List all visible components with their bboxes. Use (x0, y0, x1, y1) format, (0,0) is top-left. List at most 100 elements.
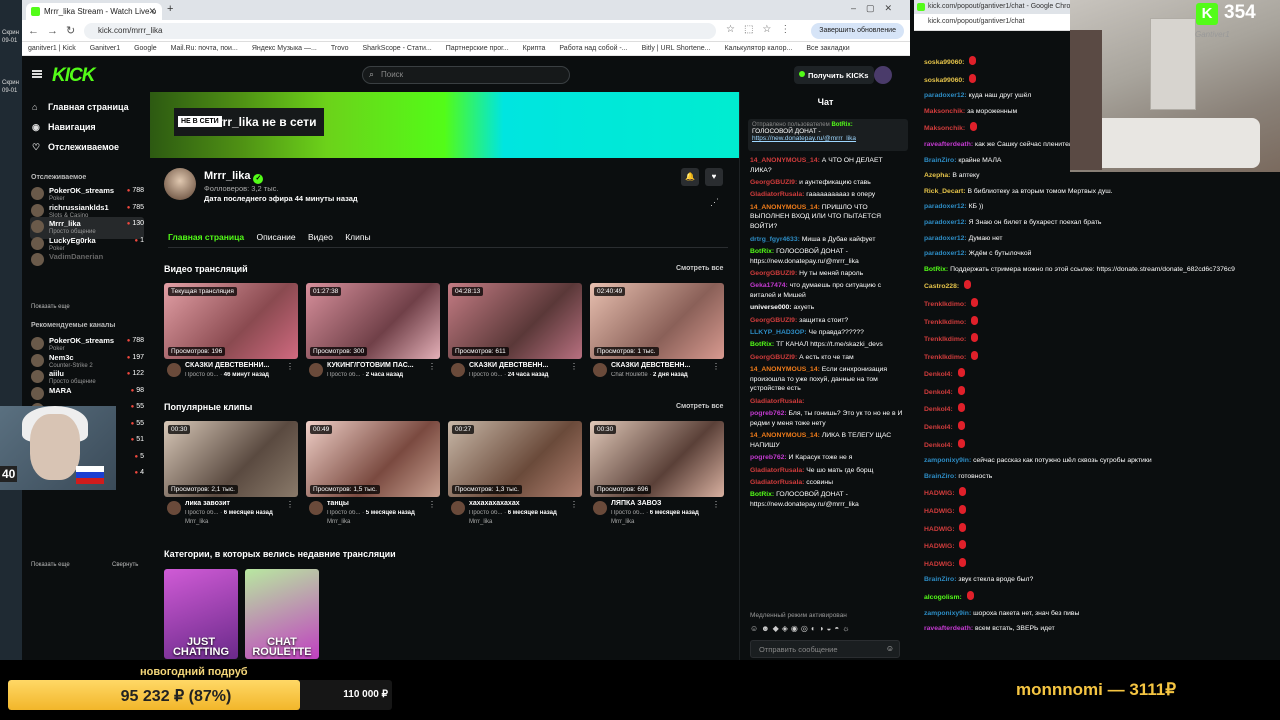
chat-username[interactable]: BotRix: (750, 248, 774, 255)
bookmark-item[interactable]: Bitly | URL Shortene... (642, 45, 711, 52)
chat-username[interactable]: soska99060: (924, 77, 964, 84)
chat-input[interactable]: Отправить сообщение ☺ (750, 640, 900, 658)
chat-username[interactable]: DenkoI4: (924, 371, 953, 378)
chat-username[interactable]: HADWIG: (924, 508, 955, 515)
chat-username[interactable]: BotRix: (750, 491, 774, 498)
url-field[interactable]: kick.com/mrrr_lika (84, 23, 716, 39)
card-thumbnail[interactable]: 00:49 Просмотров: 1,5 тыс. (306, 421, 440, 497)
chat-username[interactable]: paradoxer12: (924, 203, 967, 210)
bookmark-item[interactable]: Работа над собой -... (559, 45, 627, 52)
tab-about[interactable]: Описание (257, 232, 296, 242)
search-input[interactable]: ⌕ Поиск (362, 66, 570, 84)
chat-username[interactable]: DenkoI4: (924, 389, 953, 396)
clip-card[interactable]: 00:27 Просмотров: 1,3 тыс. хахахахахахах Пр… (448, 421, 582, 525)
chat-username[interactable]: 14_ANONYMOUS_14: (750, 366, 820, 373)
bookmark-item[interactable]: Google (134, 45, 157, 52)
more-options-icon[interactable]: ⋮ (712, 362, 720, 371)
chat-username[interactable]: GladiatorRusala: (750, 191, 804, 198)
bookmark-item[interactable]: Trovo (331, 45, 349, 52)
chat-username[interactable]: soska99060: (924, 59, 964, 66)
bookmark-item[interactable]: Крипта (523, 45, 546, 52)
chat-username[interactable]: paradoxer12: (924, 219, 967, 226)
chat-username[interactable]: TrenkIkdimo: (924, 301, 966, 308)
chat-username[interactable]: BrainZiro: (924, 473, 956, 480)
clip-card[interactable]: 00:30 Просмотров: 2,1 тыс. лика завозит Про… (164, 421, 298, 525)
bookmark-item[interactable]: Партнерские прог... (446, 45, 509, 52)
bell-icon[interactable]: 🔔 (681, 168, 699, 186)
chat-username[interactable]: paradoxer12: (924, 235, 967, 242)
update-button[interactable]: Завершить обновление (811, 23, 904, 39)
card-thumbnail[interactable]: 04:28:13 Просмотров: 611 (448, 283, 582, 359)
card-thumbnail[interactable]: 00:27 Просмотров: 1,3 тыс. (448, 421, 582, 497)
chat-username[interactable]: Maksonchik: (924, 125, 965, 132)
chat-username[interactable]: TrenkIkdimo: (924, 319, 966, 326)
card-thumbnail[interactable]: Текущая трансляция Просмотров: 196 (164, 283, 298, 359)
more-options-icon[interactable]: ⋮ (712, 500, 720, 509)
tab-clips[interactable]: Клипы (345, 232, 370, 242)
chat-username[interactable]: GeorgGBUZI9: (750, 179, 797, 186)
card-thumbnail[interactable]: 02:40:49 Просмотров: 1 тыс. (590, 283, 724, 359)
chat-username[interactable]: Rick_Decart: (924, 188, 966, 195)
chat-username[interactable]: GeorgGBUZI9: (750, 270, 797, 277)
chat-username[interactable]: universe000: (750, 304, 792, 311)
chat-username[interactable]: HADWIG: (924, 490, 955, 497)
tab-videos[interactable]: Видео (308, 232, 333, 242)
chat-username[interactable]: GladiatorRusala: (750, 467, 804, 474)
chat-username[interactable]: DenkoI4: (924, 442, 953, 449)
chat-username[interactable]: HADWIG: (924, 543, 955, 550)
show-more-following[interactable]: Показать еще (31, 304, 70, 310)
chat-username[interactable]: pogreb762: (750, 410, 787, 417)
chat-username[interactable]: paradoxer12: (924, 250, 967, 257)
chat-username[interactable]: Maksonchik: (924, 108, 965, 115)
chat-username[interactable]: zamponixy9in: (924, 457, 971, 464)
bookmark-item[interactable]: SharkScope - Стати... (362, 45, 431, 52)
video-card[interactable]: 01:27:38 Просмотров: 300 КУКИНГ/ГОТОВИМ ПА… (306, 283, 440, 383)
tab-home[interactable]: Главная страница (168, 232, 244, 242)
chat-username[interactable]: DenkoI4: (924, 424, 953, 431)
chat-username[interactable]: zamponixy9in: (924, 610, 971, 617)
new-tab-button[interactable]: + (167, 3, 173, 15)
pinned-message[interactable]: Отправлено пользователем BotRix: ГОЛОСОВ… (748, 119, 908, 151)
category-chat-roulette[interactable]: CHAT ROULETTE (245, 569, 319, 659)
chat-username[interactable]: HADWIG: (924, 526, 955, 533)
more-options-icon[interactable]: ⋮ (286, 500, 294, 509)
chat-username[interactable]: DenkoI4: (924, 406, 953, 413)
follow-heart-button[interactable]: ♥ (705, 168, 723, 186)
close-tab-icon[interactable]: ✕ (148, 6, 156, 17)
chat-username[interactable]: 14_ANONYMOUS_14: (750, 432, 820, 439)
chat-username[interactable]: GeorgGBUZI9: (750, 317, 797, 324)
nav-browse[interactable]: ◉ Навигация (32, 122, 96, 132)
chat-username[interactable]: Castro228: (924, 283, 959, 290)
see-all-clips[interactable]: Смотреть все (676, 403, 723, 410)
more-options-icon[interactable]: ⋮ (570, 362, 578, 371)
video-card[interactable]: 04:28:13 Просмотров: 611 СКАЗКИ ДЕВСТВЕНН.… (448, 283, 582, 383)
video-card[interactable]: Текущая трансляция Просмотров: 196 СКАЗКИ … (164, 283, 298, 383)
pinned-link[interactable]: https://new.donatepay.ru/@mrrr_lika (752, 135, 856, 142)
window-controls[interactable]: –▢✕ (851, 3, 902, 14)
user-avatar[interactable] (874, 66, 892, 84)
chat-username[interactable]: Geka17474: (750, 282, 788, 289)
chat-username[interactable]: BrainZiro: (924, 157, 956, 164)
bookmark-item[interactable]: Калькулятор калор... (724, 45, 792, 52)
chat-username[interactable]: drtrg_fgyr4633: (750, 236, 800, 243)
see-all-videos[interactable]: Смотреть все (676, 265, 723, 272)
chat-username[interactable]: raveafterdeath: (924, 625, 973, 632)
chat-username[interactable]: GladiatorRusala: (750, 398, 804, 405)
bookmark-item[interactable]: ganitver1 | Kick (28, 45, 76, 52)
card-thumbnail[interactable]: 00:30 Просмотров: 696 (590, 421, 724, 497)
chat-username[interactable]: BotRix: (924, 266, 948, 273)
toolbar-icons[interactable]: ☆⬚☆⋮ (726, 24, 799, 35)
nav-following[interactable]: ♡ Отслеживаемое (32, 142, 119, 152)
card-thumbnail[interactable]: 00:30 Просмотров: 2,1 тыс. (164, 421, 298, 497)
chat-username[interactable]: Azepha: (924, 172, 950, 179)
chat-username[interactable]: HADWIG: (924, 561, 955, 568)
browser-tab[interactable]: Mrrr_lika Stream - Watch Live o ✕ (26, 3, 162, 20)
emoji-icon[interactable]: ☺ (886, 644, 894, 653)
collapse-button[interactable]: Свернуть (112, 562, 138, 568)
chat-username[interactable]: TrenkIkdimo: (924, 354, 966, 361)
more-options-icon[interactable]: ⋮ (570, 500, 578, 509)
bookmark-item[interactable]: Mail.Ru: почта, пои... (171, 45, 238, 52)
bookmark-item[interactable]: Все закладки (806, 45, 849, 52)
video-card[interactable]: 02:40:49 Просмотров: 1 тыс. СКАЗКИ ДЕВСТВЕ… (590, 283, 724, 383)
nav-buttons[interactable]: ←→↻ (28, 24, 83, 37)
